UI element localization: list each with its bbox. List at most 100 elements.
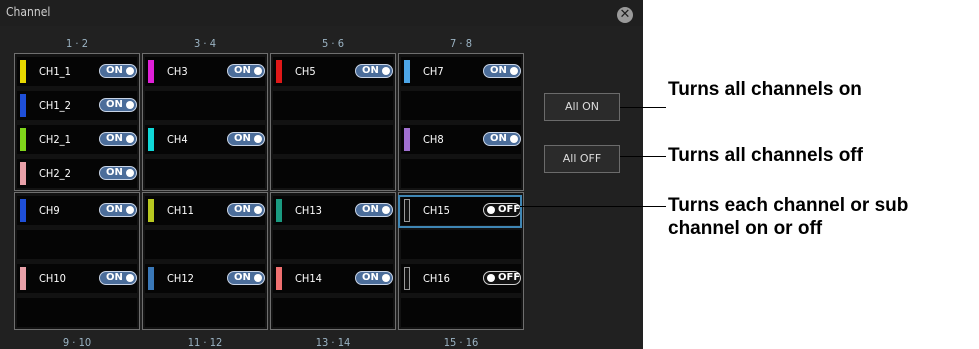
channel-toggle[interactable]: ON (99, 64, 137, 78)
channel-row (145, 298, 265, 327)
all-off-button[interactable]: All OFF (544, 145, 620, 173)
dialog-title: Channel (6, 5, 51, 19)
channel-color-bar (404, 128, 410, 151)
callout-each-line1: Turns each channel or sub (668, 195, 909, 216)
callout-line (620, 107, 666, 108)
toggle-knob-icon (254, 67, 262, 75)
channel-row[interactable]: CH12 ON (145, 264, 265, 293)
channel-toggle[interactable]: ON (483, 64, 521, 78)
channel-row (145, 159, 265, 188)
channel-color-bar (276, 267, 282, 290)
channel-row (145, 230, 265, 259)
channel-toggle[interactable]: ON (227, 271, 265, 285)
channel-label: CH8 (423, 133, 444, 146)
channel-group: CH11 ON CH12 ON (142, 192, 268, 330)
channel-color-bar (148, 128, 154, 151)
toggle-state-text: ON (106, 65, 123, 76)
channel-toggle[interactable]: ON (227, 64, 265, 78)
channel-row[interactable]: CH8 ON (401, 125, 521, 154)
channel-row[interactable]: CH4 ON (145, 125, 265, 154)
channel-label: CH1_1 (39, 65, 71, 78)
channel-label: CH4 (167, 133, 188, 146)
channel-row (273, 125, 393, 154)
group-header: 3 · 4 (193, 37, 217, 50)
toggle-state-text: ON (362, 272, 379, 283)
group-header: 1 · 2 (65, 37, 89, 50)
toggle-knob-icon (382, 206, 390, 214)
channel-label: CH14 (295, 272, 322, 285)
channel-toggle[interactable]: ON (99, 203, 137, 217)
toggle-state-text: ON (234, 272, 251, 283)
channel-row[interactable]: CH2_1 ON (17, 125, 137, 154)
channel-group: CH7 ON CH8 ON (398, 53, 524, 191)
channel-row[interactable]: CH14 ON (273, 264, 393, 293)
channel-label: CH16 (423, 272, 450, 285)
channel-label: CH5 (295, 65, 316, 78)
channel-toggle[interactable]: ON (99, 132, 137, 146)
channel-row (273, 91, 393, 120)
group-header: 15 · 16 (443, 336, 479, 349)
callout-all-off: Turns all channels off (668, 145, 863, 166)
toggle-state-text: ON (106, 204, 123, 215)
channel-toggle[interactable]: ON (355, 271, 393, 285)
channel-group: CH5 ON (270, 53, 396, 191)
toggle-knob-icon (126, 67, 134, 75)
callout-all-on: Turns all channels on (668, 79, 862, 100)
toggle-knob-icon (382, 274, 390, 282)
channel-toggle[interactable]: ON (227, 132, 265, 146)
channel-toggle[interactable]: ON (99, 166, 137, 180)
channel-toggle[interactable]: ON (227, 203, 265, 217)
channel-row (401, 91, 521, 120)
channel-row (145, 91, 265, 120)
channel-group: CH1_1 ON CH1_2 ON CH2_1 ON CH2_2 ON (14, 53, 140, 191)
group-header: 9 · 10 (62, 336, 92, 349)
channel-toggle[interactable]: ON (483, 132, 521, 146)
toggle-state-text: ON (362, 204, 379, 215)
channel-label: CH13 (295, 204, 322, 217)
toggle-knob-icon (487, 206, 495, 214)
channel-row[interactable]: CH1_2 ON (17, 91, 137, 120)
channel-color-bar (404, 199, 410, 222)
channel-toggle[interactable]: ON (99, 271, 137, 285)
channel-toggle[interactable]: OFF (483, 203, 521, 217)
toggle-state-text: ON (106, 99, 123, 110)
channel-row (273, 159, 393, 188)
channel-toggle[interactable]: ON (99, 98, 137, 112)
channel-label: CH9 (39, 204, 60, 217)
all-on-button[interactable]: All ON (544, 93, 620, 121)
channel-row[interactable]: CH2_2 ON (17, 159, 137, 188)
channel-toggle[interactable]: ON (355, 64, 393, 78)
toggle-knob-icon (126, 101, 134, 109)
group-header: 11 · 12 (187, 336, 223, 349)
channel-row[interactable]: CH7 ON (401, 57, 521, 86)
toggle-state-text: ON (362, 65, 379, 76)
channel-row[interactable]: CH5 ON (273, 57, 393, 86)
channel-row (17, 298, 137, 327)
channel-row[interactable]: CH1_1 ON (17, 57, 137, 86)
channel-color-bar (276, 60, 282, 83)
channel-color-bar (20, 267, 26, 290)
channel-color-bar (20, 60, 26, 83)
toggle-knob-icon (510, 67, 518, 75)
group-header: 5 · 6 (321, 37, 345, 50)
channel-row[interactable]: CH15 OFF (401, 196, 521, 225)
channel-color-bar (404, 267, 410, 290)
channel-row[interactable]: CH13 ON (273, 196, 393, 225)
channel-row[interactable]: CH16 OFF (401, 264, 521, 293)
toggle-knob-icon (126, 274, 134, 282)
channel-row[interactable]: CH3 ON (145, 57, 265, 86)
toggle-state-text: ON (106, 272, 123, 283)
channel-row (401, 159, 521, 188)
channel-label: CH7 (423, 65, 444, 78)
group-header: 7 · 8 (449, 37, 473, 50)
toggle-knob-icon (254, 206, 262, 214)
channel-toggle[interactable]: OFF (483, 271, 521, 285)
channel-row (401, 230, 521, 259)
channel-row[interactable]: CH11 ON (145, 196, 265, 225)
channel-row[interactable]: CH10 ON (17, 264, 137, 293)
channel-row[interactable]: CH9 ON (17, 196, 137, 225)
callout-line (620, 156, 666, 157)
close-icon[interactable]: ✕ (617, 7, 633, 23)
channel-color-bar (20, 128, 26, 151)
channel-toggle[interactable]: ON (355, 203, 393, 217)
